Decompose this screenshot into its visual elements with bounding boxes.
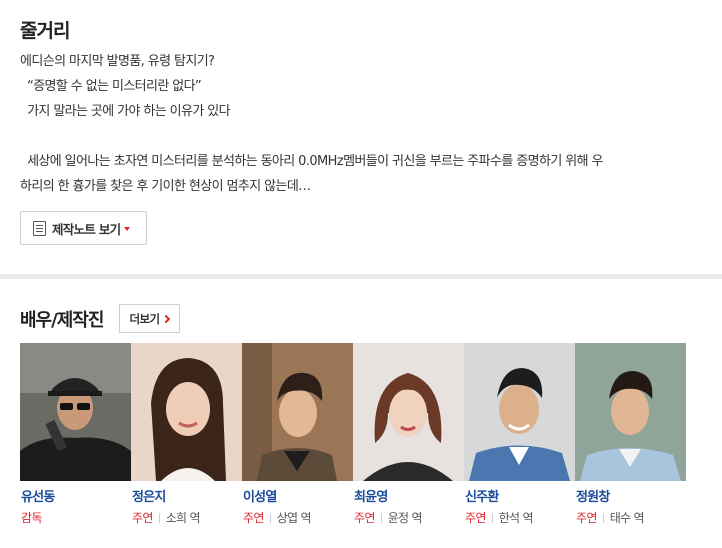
cast-photo[interactable]	[464, 343, 575, 481]
cast-name[interactable]: 최윤영	[354, 486, 388, 505]
synopsis-body: 에디슨의 마지막 발명품, 유령 탐지기? “증명할 수 없는 미스터리란 없다…	[20, 49, 710, 199]
synopsis-line: “증명할 수 없는 미스터리란 없다”	[20, 79, 202, 94]
cast-role: 주연	[576, 511, 597, 525]
cast-role: 주연	[354, 511, 375, 525]
cast-role-line: 감독	[21, 509, 42, 526]
cast-name[interactable]: 이성열	[243, 486, 277, 505]
cast-role-line: 주연 소희 역	[132, 509, 201, 526]
cast-item-jung-eun-ji[interactable]: 정은지 주연 소희 역	[131, 343, 242, 533]
synopsis-line: 하리의 한 흉가를 찾은 후 기이한 현상이 멈추지 않는데…	[20, 179, 311, 194]
production-note-button[interactable]: 제작노트 보기	[20, 211, 147, 245]
dropdown-caret-icon	[124, 226, 131, 231]
cast-photo[interactable]	[353, 343, 464, 481]
cast-character: 윤정 역	[387, 511, 423, 525]
cast-role-line: 주연 상엽 역	[243, 509, 312, 526]
cast-name[interactable]: 정은지	[132, 486, 166, 505]
cast-item-choi-yoon-young[interactable]: 최윤영 주연 윤정 역	[353, 343, 464, 533]
cast-role: 감독	[21, 511, 42, 525]
cast-role: 주연	[243, 511, 264, 525]
cast-item-yoo-sun-dong[interactable]: 유선동 감독	[20, 343, 131, 533]
cast-photo[interactable]	[20, 343, 131, 481]
cast-character: 태수 역	[609, 511, 645, 525]
cast-photo[interactable]	[575, 343, 686, 481]
synopsis-title: 줄거리	[20, 20, 70, 42]
cast-role-line: 주연 태수 역	[576, 509, 645, 526]
cast-list: 유선동 감독 정은지 주연 소희 역 이성열 주연 상엽 역 최윤영 주연 윤정…	[20, 343, 686, 533]
document-icon	[33, 220, 46, 236]
cast-section-title: 배우/제작진	[20, 310, 104, 331]
divider	[380, 512, 382, 523]
production-note-label: 제작노트 보기	[52, 221, 121, 237]
cast-character: 소희 역	[165, 511, 201, 525]
cast-name[interactable]: 유선동	[21, 486, 55, 505]
cast-photo[interactable]	[242, 343, 353, 481]
more-cast-button[interactable]: 더보기	[119, 304, 180, 333]
cast-role-line: 주연 윤정 역	[354, 509, 423, 526]
divider	[491, 512, 493, 523]
cast-character: 한석 역	[498, 511, 534, 525]
cast-name[interactable]: 정원창	[576, 486, 610, 505]
synopsis-line: 가지 말라는 곳에 가야 하는 이유가 있다	[20, 104, 231, 119]
chevron-right-icon	[162, 314, 171, 323]
cast-photo[interactable]	[131, 343, 242, 481]
cast-item-jung-won-chang[interactable]: 정원창 주연 태수 역	[575, 343, 686, 533]
synopsis-line	[20, 124, 710, 149]
cast-role: 주연	[465, 511, 486, 525]
synopsis-line: 세상에 일어나는 초자연 미스터리를 분석하는 동아리 0.0MHz멤버들이 귀…	[20, 154, 603, 169]
divider	[269, 512, 271, 523]
cast-character: 상엽 역	[276, 511, 312, 525]
cast-role: 주연	[132, 511, 153, 525]
synopsis-line: 에디슨의 마지막 발명품, 유령 탐지기?	[20, 54, 215, 69]
synopsis-section: 줄거리 에디슨의 마지막 발명품, 유령 탐지기? “증명할 수 없는 미스터리…	[0, 0, 722, 276]
section-divider	[0, 274, 722, 279]
divider	[602, 512, 604, 523]
cast-item-lee-sung-yeol[interactable]: 이성열 주연 상엽 역	[242, 343, 353, 533]
cast-name[interactable]: 신주환	[465, 486, 499, 505]
divider	[158, 512, 160, 523]
more-cast-label: 더보기	[129, 311, 161, 326]
cast-item-shin-joo-hwan[interactable]: 신주환 주연 한석 역	[464, 343, 575, 533]
cast-role-line: 주연 한석 역	[465, 509, 534, 526]
